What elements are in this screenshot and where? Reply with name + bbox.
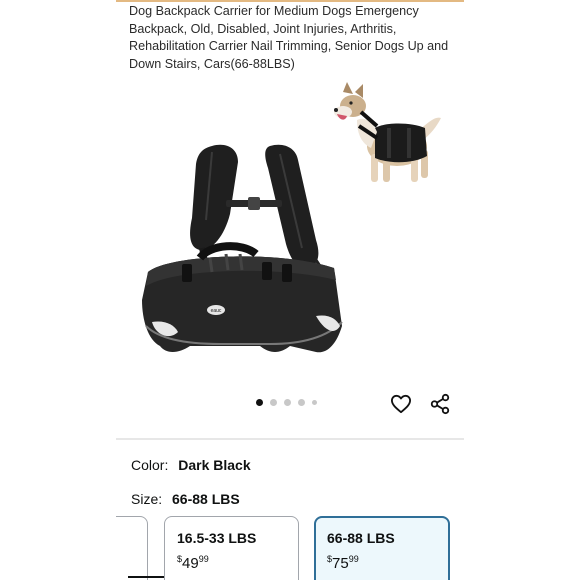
carousel-dot[interactable]: [256, 399, 263, 406]
size-selection: Size: 66-88 LBS: [131, 491, 240, 507]
carousel-indicators: [256, 399, 317, 406]
carousel-dot[interactable]: [284, 399, 291, 406]
size-option-partial[interactable]: [116, 516, 148, 580]
heart-icon-glyph: [390, 394, 411, 414]
size-label: Size:: [131, 491, 163, 507]
product-image-gallery[interactable]: eauc: [116, 74, 464, 394]
product-title: Dog Backpack Carrier for Medium Dogs Eme…: [129, 4, 449, 71]
share-icon[interactable]: [428, 392, 452, 416]
color-value: Dark Black: [178, 457, 251, 473]
color-label: Color:: [131, 457, 169, 473]
carousel-dot[interactable]: [312, 400, 317, 405]
carousel-dot[interactable]: [298, 399, 305, 406]
carousel-dot[interactable]: [270, 399, 277, 406]
size-value: 66-88 LBS: [172, 491, 240, 507]
option-size: 16.5-33 LBS: [177, 530, 257, 546]
heart-icon[interactable]: [389, 392, 413, 416]
option-price: $4999: [177, 554, 209, 572]
option-size: 66-88 LBS: [327, 530, 395, 546]
size-option-66-88-selected[interactable]: 66-88 LBS $7599: [314, 516, 450, 580]
size-option-16-33[interactable]: 16.5-33 LBS $4999: [164, 516, 299, 580]
carrier-logo: eauc: [211, 308, 222, 314]
share-icon-glyph: [430, 393, 450, 415]
top-accent-bar: [116, 0, 464, 2]
section-divider: [116, 438, 464, 440]
option-price: $7599: [327, 554, 359, 572]
dog-backpack-carrier-image: eauc: [142, 144, 343, 353]
color-selection: Color: Dark Black: [131, 457, 251, 473]
product-page: Dog Backpack Carrier for Medium Dogs Eme…: [116, 0, 464, 580]
